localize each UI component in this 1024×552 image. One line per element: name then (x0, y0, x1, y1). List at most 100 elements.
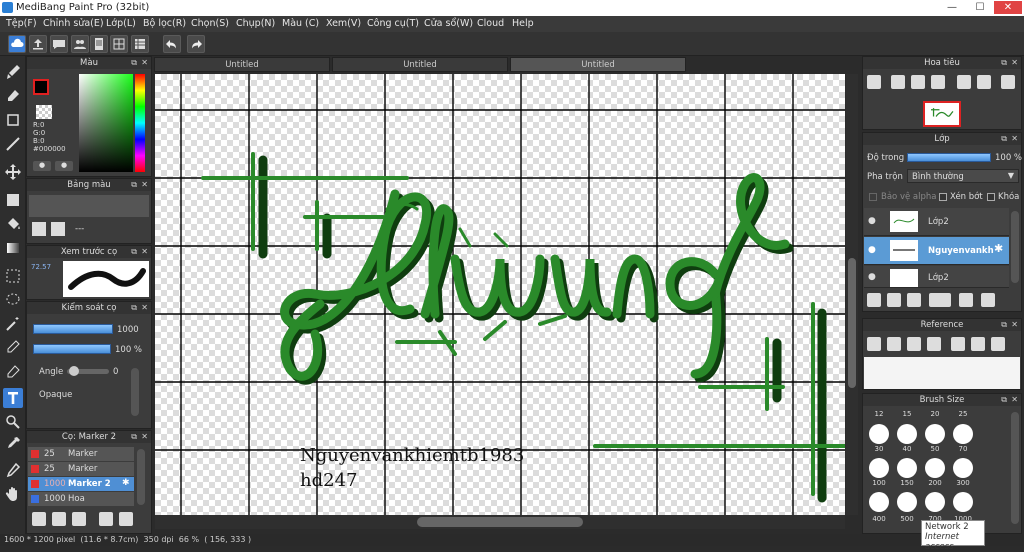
lasso-tool-icon[interactable] (3, 290, 23, 310)
reference-zoom-out-icon[interactable] (991, 337, 1005, 351)
float-icon[interactable]: ⧉ (131, 179, 137, 191)
menu-filter[interactable]: Bộ lọc(R) (143, 18, 186, 29)
text-tool-icon[interactable] (3, 388, 23, 408)
brush-list-scrollbar[interactable] (137, 449, 145, 505)
brush-control-scrollbar[interactable] (131, 368, 139, 416)
fill-rect-tool-icon[interactable] (3, 190, 23, 210)
copy-brush-icon[interactable] (72, 512, 86, 526)
layer-options-dropdown-icon[interactable] (929, 293, 951, 307)
float-icon[interactable]: ⧉ (1001, 57, 1007, 69)
operation-tool-icon[interactable] (3, 412, 23, 432)
menu-capture[interactable]: Chụp(N) (236, 18, 275, 29)
comment-icon[interactable] (50, 35, 68, 53)
new-brush-icon[interactable] (52, 512, 66, 526)
brush-size-preset[interactable] (869, 458, 889, 478)
cloud-icon[interactable] (8, 35, 26, 53)
hue-slider[interactable] (135, 74, 145, 172)
brush-size-preset[interactable] (869, 424, 889, 444)
brush-size-preset[interactable] (953, 492, 973, 512)
layer-row[interactable]: ● Lớp2 (864, 266, 1009, 288)
reference-close-icon[interactable] (927, 337, 941, 351)
brush-size-preset[interactable] (925, 458, 945, 478)
team-icon[interactable] (71, 35, 89, 53)
merge-layer-icon[interactable] (981, 293, 995, 307)
horizontal-scrollbar[interactable] (155, 515, 845, 529)
move-tool-icon[interactable] (3, 162, 23, 182)
brush-list-item[interactable]: 1000 Hoa (28, 492, 134, 506)
tab-document-3[interactable]: Untitled (510, 57, 686, 72)
zoom-out-icon[interactable] (931, 75, 945, 89)
dropper-icon[interactable] (3, 460, 23, 480)
menu-cloud[interactable]: Cloud (477, 18, 504, 29)
menu-layer[interactable]: Lớp(L) (106, 18, 136, 29)
panel-close-icon[interactable]: ✕ (1011, 394, 1018, 406)
tab-document-2[interactable]: Untitled (332, 57, 508, 72)
reference-fit-icon[interactable] (971, 337, 985, 351)
reference-cloud-icon[interactable] (867, 337, 881, 351)
document-icon[interactable] (90, 35, 108, 53)
panel-close-icon[interactable]: ✕ (1011, 319, 1018, 331)
color-add-button[interactable]: ● (33, 161, 51, 171)
protect-alpha-checkbox[interactable] (869, 193, 877, 201)
panel-close-icon[interactable]: ✕ (141, 57, 148, 69)
select-rect-icon[interactable] (3, 266, 23, 286)
vertical-scrollbar[interactable] (846, 74, 858, 515)
color-swap-button[interactable]: ● (55, 161, 73, 171)
menu-window[interactable]: Cửa sổ(W) (424, 18, 473, 29)
angle-slider-knob[interactable] (69, 366, 79, 376)
panel-close-icon[interactable]: ✕ (141, 302, 148, 314)
primary-color-swatch[interactable] (33, 79, 49, 95)
rotate-icon[interactable] (957, 75, 971, 89)
canvas-text-line2[interactable]: hd247 (300, 470, 357, 491)
brush-size-preset[interactable] (953, 424, 973, 444)
saturation-value-picker[interactable] (79, 74, 133, 172)
zoom-in-icon[interactable] (891, 75, 905, 89)
reference-zoom-in-icon[interactable] (951, 337, 965, 351)
layer-settings-gear-icon[interactable]: ✱ (994, 242, 1003, 255)
panel-close-icon[interactable]: ✕ (1011, 57, 1018, 69)
brush-settings-gear-icon[interactable]: ✱ (122, 478, 130, 488)
grid-icon[interactable] (110, 35, 128, 53)
drawing-canvas[interactable]: Nguyenvankhiemtb1983 hd247 (155, 74, 845, 515)
transparent-color-swatch[interactable] (36, 105, 52, 119)
select-eraser-icon[interactable] (3, 362, 23, 382)
float-icon[interactable]: ⧉ (1001, 133, 1007, 145)
layer-folder-icon[interactable] (959, 293, 973, 307)
panel-close-icon[interactable]: ✕ (1011, 133, 1018, 145)
eraser-tool-icon[interactable] (3, 86, 23, 106)
delete-brush-icon[interactable] (99, 512, 113, 526)
menu-tools[interactable]: Công cụ(T) (367, 18, 419, 29)
zoom-fit-icon[interactable] (867, 75, 881, 89)
new-halftone-layer-icon[interactable] (887, 293, 901, 307)
menu-view[interactable]: Xem(V) (326, 18, 361, 29)
layer-scrollbar[interactable] (1011, 211, 1019, 283)
reference-image-icon[interactable] (907, 337, 921, 351)
new-layer-icon[interactable] (867, 293, 881, 307)
menu-select[interactable]: Chọn(S) (191, 18, 229, 29)
rotate-right-icon[interactable] (1001, 75, 1015, 89)
brush-size-preset[interactable] (897, 492, 917, 512)
brush-width-slider[interactable] (33, 324, 113, 334)
float-icon[interactable]: ⧉ (131, 302, 137, 314)
layer-opacity-slider[interactable] (907, 153, 991, 162)
upload-icon[interactable] (29, 35, 47, 53)
close-button[interactable]: ✕ (994, 1, 1022, 14)
brush-opacity-slider[interactable] (33, 344, 111, 354)
canvas-text-line1[interactable]: Nguyenvankhiemtb1983 (300, 445, 524, 466)
delete-palette-icon[interactable] (51, 222, 65, 236)
eyedropper-icon[interactable] (3, 434, 23, 454)
float-icon[interactable]: ⧉ (1001, 394, 1007, 406)
layer-row[interactable]: ● Lớp2 (864, 208, 1009, 236)
shape-tool-icon[interactable] (3, 110, 23, 130)
menu-help[interactable]: Help (512, 18, 534, 29)
table-icon[interactable] (131, 35, 149, 53)
eye-icon[interactable]: ● (868, 245, 876, 255)
float-icon[interactable]: ⧉ (131, 57, 137, 69)
brush-folder-icon[interactable] (119, 512, 133, 526)
brush-size-preset[interactable] (869, 492, 889, 512)
float-icon[interactable]: ⧉ (1001, 319, 1007, 331)
eye-icon[interactable]: ● (868, 216, 876, 226)
brush-size-preset[interactable] (897, 458, 917, 478)
duplicate-layer-icon[interactable] (907, 293, 921, 307)
panel-close-icon[interactable]: ✕ (141, 179, 148, 191)
